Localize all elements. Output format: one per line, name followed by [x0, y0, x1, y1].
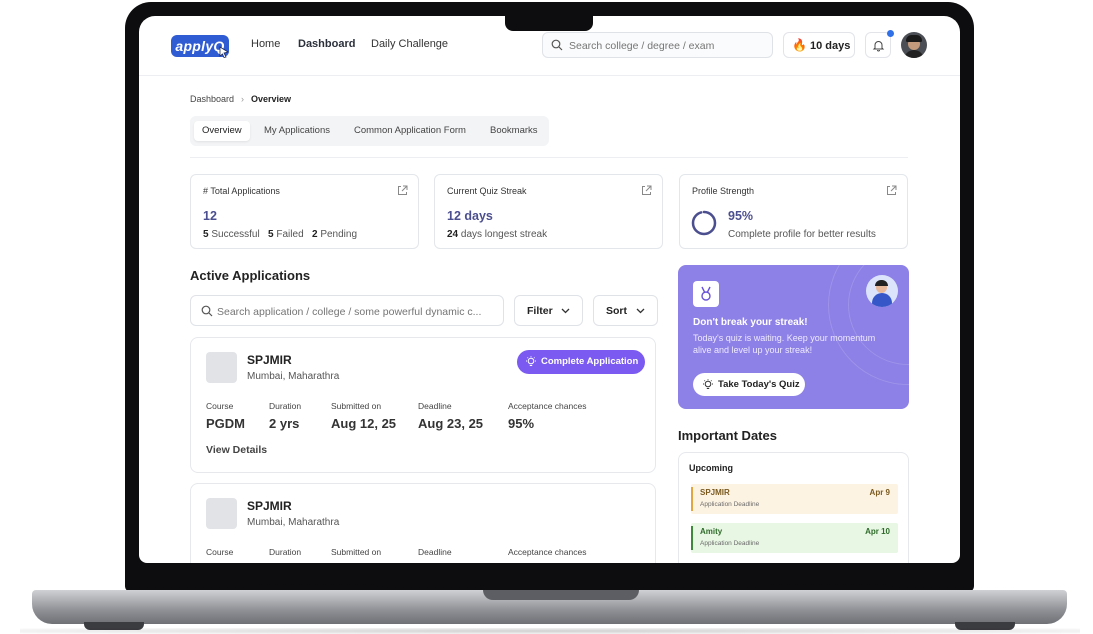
stat-value: 12 days	[447, 209, 493, 223]
college-name: SPJMIR	[247, 353, 292, 367]
bell-icon	[872, 41, 885, 52]
medal-icon	[693, 281, 719, 307]
view-details-link[interactable]: View Details	[206, 444, 267, 456]
quiz-streak-card[interactable]: Current Quiz Streak 12 days 24 days long…	[434, 174, 663, 249]
application-search-input[interactable]	[217, 303, 497, 320]
application-search[interactable]	[190, 295, 504, 326]
filter-dropdown[interactable]: Filter	[514, 295, 583, 326]
college-location: Mumbai, Maharathra	[247, 517, 340, 528]
date-college: SPJMIR	[700, 488, 730, 497]
tab-overview[interactable]: Overview	[194, 121, 250, 141]
stat-breakdown: 5 Successful 5 Failed 2 Pending	[203, 229, 358, 240]
external-link-icon[interactable]	[886, 185, 897, 196]
breadcrumb-current: Overview	[251, 94, 292, 104]
stat-value: 95%	[728, 209, 754, 223]
fire-icon: 🔥	[792, 38, 807, 52]
submitted-value: Aug 12, 25	[331, 416, 397, 431]
date-subtitle: Application Deadline	[700, 540, 760, 547]
external-link-icon[interactable]	[397, 185, 408, 196]
date-value: Apr 10	[865, 527, 890, 536]
date-item[interactable]: Amity Apr 10 Application Deadline	[691, 523, 898, 553]
stat-value: 12	[203, 209, 217, 223]
search-icon	[551, 39, 563, 51]
column-header-submitted: Submitted on	[331, 547, 382, 557]
app-screen: applyQ Home Dashboard Daily Challenge 🔥 …	[139, 16, 960, 563]
streak-count: 10 days	[810, 40, 851, 52]
cursor-icon	[219, 46, 229, 58]
tab-bookmarks[interactable]: Bookmarks	[482, 121, 546, 141]
streak-pill[interactable]: 🔥 10 days	[783, 32, 855, 58]
deadline-value: Aug 23, 25	[418, 416, 484, 431]
college-location: Mumbai, Maharathra	[247, 371, 340, 382]
complete-application-button[interactable]: Complete Application	[517, 350, 645, 374]
important-dates-title: Important Dates	[678, 428, 777, 443]
nav-dashboard-link[interactable]: Dashboard	[298, 38, 355, 50]
column-header-course: Course	[206, 547, 234, 557]
college-name: SPJMIR	[247, 499, 292, 513]
active-applications-title: Active Applications	[190, 268, 311, 283]
promo-title: Don't break your streak!	[693, 317, 808, 328]
laptop-base-groove	[483, 590, 639, 600]
promo-description: Today's quiz is waiting. Keep your momen…	[693, 333, 876, 355]
application-card: SPJMIR Mumbai, Maharathra Course Duratio…	[190, 483, 656, 563]
breadcrumb-dashboard[interactable]: Dashboard	[190, 94, 234, 104]
column-header-acceptance: Acceptance chances	[508, 401, 587, 411]
college-logo-placeholder	[206, 498, 237, 529]
tab-bar: Overview My Applications Common Applicat…	[190, 116, 549, 146]
date-college: Amity	[700, 527, 723, 536]
duration-value: 2 yrs	[269, 416, 300, 431]
avatar-illustration	[866, 275, 898, 307]
user-avatar[interactable]	[901, 32, 927, 58]
application-card: SPJMIR Mumbai, Maharathra Complete Appli…	[190, 337, 656, 473]
bulb-icon	[526, 356, 536, 366]
profile-progress-ring	[691, 210, 717, 236]
stat-label: Profile Strength	[692, 186, 755, 196]
profile-strength-card[interactable]: Profile Strength 95% Complete profile fo…	[679, 174, 908, 249]
important-dates-card: Upcoming SPJMIR Apr 9 Application Deadli…	[678, 452, 909, 563]
stat-longest-streak: 24 days longest streak	[447, 229, 548, 240]
date-value: Apr 9	[869, 488, 890, 497]
acceptance-value: 95%	[508, 416, 535, 431]
nav-home-link[interactable]: Home	[251, 38, 280, 50]
total-applications-card[interactable]: # Total Applications 12 5 Successful 5 F…	[190, 174, 419, 249]
stat-hint: Complete profile for better results	[728, 229, 876, 240]
global-search[interactable]	[542, 32, 773, 58]
chevron-right-icon: ›	[241, 94, 245, 104]
column-header-deadline: Deadline	[418, 401, 452, 411]
take-quiz-button[interactable]: Take Today's Quiz	[693, 373, 805, 396]
date-item[interactable]: SPJMIR Apr 9 Application Deadline	[691, 484, 898, 514]
external-link-icon[interactable]	[641, 185, 652, 196]
column-header-submitted: Submitted on	[331, 401, 382, 411]
search-icon	[201, 305, 213, 317]
notification-dot	[887, 30, 894, 37]
laptop-shadow	[20, 628, 1080, 634]
tab-my-applications[interactable]: My Applications	[256, 121, 338, 141]
column-header-course: Course	[206, 401, 234, 411]
chevron-down-icon	[636, 308, 645, 314]
streak-promo-card: Don't break your streak! Today's quiz is…	[678, 265, 909, 409]
camera-notch	[505, 16, 593, 31]
chevron-down-icon	[561, 308, 570, 314]
column-header-acceptance: Acceptance chances	[508, 547, 587, 557]
tab-common-application-form[interactable]: Common Application Form	[346, 121, 474, 141]
stat-label: # Total Applications	[203, 186, 280, 196]
nav-daily-challenge-link[interactable]: Daily Challenge	[371, 38, 448, 50]
course-value: PGDM	[206, 416, 245, 431]
upcoming-label: Upcoming	[689, 463, 733, 473]
sort-dropdown[interactable]: Sort	[593, 295, 658, 326]
column-header-duration: Duration	[269, 401, 302, 411]
date-subtitle: Application Deadline	[700, 501, 760, 508]
college-logo-placeholder	[206, 352, 237, 383]
bulb-icon	[703, 379, 713, 389]
column-header-deadline: Deadline	[418, 547, 452, 557]
divider	[190, 157, 908, 158]
breadcrumb: Dashboard › Overview	[190, 94, 291, 104]
global-search-input[interactable]	[569, 37, 767, 54]
stat-label: Current Quiz Streak	[447, 186, 527, 196]
column-header-duration: Duration	[269, 547, 302, 557]
